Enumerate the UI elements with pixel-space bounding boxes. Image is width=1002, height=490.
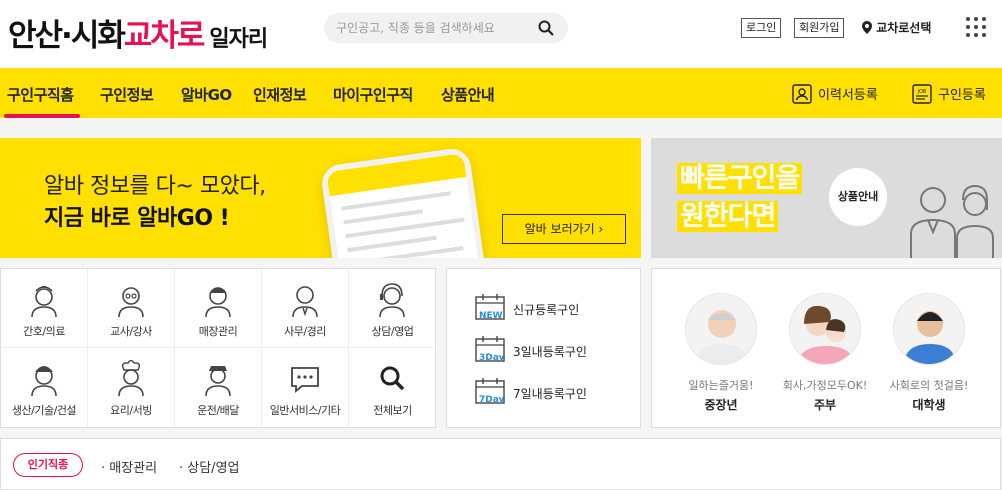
- svg-text:JOB: JOB: [917, 89, 927, 95]
- location-label: 교차로선택: [876, 21, 932, 35]
- search-icon[interactable]: [538, 20, 554, 36]
- office-worker-icon: [292, 286, 318, 317]
- product-info-button[interactable]: 상품안내: [829, 168, 887, 226]
- nurse-icon: [31, 286, 57, 317]
- category-label: 운전/배달: [197, 404, 239, 417]
- recent-label: 3일내등록구인: [513, 345, 587, 359]
- site-logo[interactable]: 안산·시화교차로 일자리: [8, 10, 268, 55]
- recent-badge: 3Day: [479, 353, 505, 363]
- target-groups-panel: 일하는즐거움! 중장년 회사,가정모두OK! 주부 사회로의 첫걸음! 대학생: [651, 268, 1001, 428]
- resume-register-label: 이력서등록: [818, 88, 878, 103]
- phone-mockup-image: [319, 146, 491, 258]
- resume-register-link[interactable]: 이력서등록: [792, 84, 878, 104]
- category-label: 일반서비스/기타: [269, 404, 341, 417]
- albago-view-label: 알바 보러가기: [524, 222, 595, 236]
- location-pin-icon: [862, 21, 872, 34]
- store-manager-icon: [205, 287, 231, 317]
- resume-icon: [792, 84, 812, 104]
- category-office[interactable]: 사무/경리: [262, 269, 349, 348]
- student-photo: [893, 293, 965, 365]
- quick-hire-banner[interactable]: 빠른구인을 원한다면 상품안내: [651, 138, 1002, 258]
- category-label: 요리/서빙: [110, 404, 152, 417]
- group-caption: 사회로의 첫걸음!: [889, 379, 969, 392]
- category-consulting[interactable]: 상담/영업: [349, 269, 436, 348]
- job-category-grid: 간호/의료 교사/강사 매장관리 사무/경리 상담/영업 생산/기술/건설 요리…: [0, 268, 436, 428]
- category-store[interactable]: 매장관리: [175, 269, 262, 348]
- category-label: 간호/의료: [23, 325, 65, 338]
- chef-icon: [118, 360, 144, 396]
- quick-hire-line1: 빠른구인을: [677, 163, 803, 194]
- category-label: 교사/강사: [110, 325, 152, 338]
- logo-region: 안산·시화: [8, 18, 126, 54]
- category-cooking[interactable]: 요리/서빙: [88, 348, 175, 427]
- senior-photo: [685, 293, 757, 365]
- popular-tag: 인기직종: [13, 453, 83, 477]
- tab-albago[interactable]: 알바GO: [181, 84, 232, 105]
- recent-badge: 7Day: [479, 395, 505, 405]
- logo-suffix: 일자리: [209, 27, 268, 52]
- group-name: 대학생: [912, 398, 946, 412]
- chat-bubble-icon: [291, 367, 319, 393]
- category-nursing[interactable]: 간호/의료: [1, 269, 88, 348]
- search-input[interactable]: [336, 13, 536, 43]
- recent-jobs-panel: NEW 신규등록구인 3Day 3일내등록구인 7Day 7일내등록구인: [446, 268, 641, 428]
- search-box: [324, 13, 568, 43]
- group-name: 주부: [813, 398, 837, 412]
- all-menu-icon[interactable]: [966, 17, 986, 37]
- popular-item[interactable]: · 상담/영업: [179, 457, 240, 476]
- header: 안산·시화교차로일자리 로그인 회원가입 교차로선택: [0, 0, 1002, 68]
- tab-home[interactable]: 구인구직홈: [7, 84, 74, 105]
- chevron-right-icon: ›: [598, 222, 604, 236]
- popular-jobs-bar: 인기직종 · 매장관리 · 상담/영업: [0, 438, 1001, 490]
- category-label: 상담/영업: [371, 325, 414, 338]
- group-caption: 회사,가정모두OK!: [782, 379, 868, 392]
- login-button[interactable]: 로그인: [741, 18, 782, 38]
- driver-icon: [205, 366, 231, 396]
- category-label: 사무/경리: [284, 325, 326, 338]
- category-label: 전체보기: [373, 404, 412, 417]
- quick-hire-headline: 빠른구인을 원한다면: [677, 160, 803, 236]
- tab-my-job[interactable]: 마이구인구직: [333, 84, 413, 105]
- logo-brand: 교차로: [123, 18, 206, 54]
- location-select[interactable]: 교차로선택: [862, 19, 931, 36]
- recent-label: 7일내등록구인: [513, 387, 587, 401]
- tab-job-info[interactable]: 구인정보: [100, 84, 154, 105]
- tab-talent-info[interactable]: 인재정보: [253, 84, 307, 105]
- quick-hire-line2: 원한다면: [677, 201, 779, 232]
- tab-products[interactable]: 상품안내: [441, 84, 495, 105]
- people-illustration-icon: [910, 184, 994, 258]
- category-driving[interactable]: 운전/배달: [175, 348, 262, 427]
- albago-view-button[interactable]: 알바 보러가기 ›: [502, 214, 626, 244]
- popular-item[interactable]: · 매장관리: [101, 457, 157, 476]
- recent-label: 신규등록구인: [513, 303, 580, 317]
- albago-banner-line2: 지금 바로 알바GO !: [44, 206, 230, 231]
- category-teacher[interactable]: 교사/강사: [88, 269, 175, 348]
- call-center-icon: [379, 283, 405, 317]
- group-name: 중장년: [704, 398, 738, 412]
- signup-button[interactable]: 회원가입: [794, 18, 845, 38]
- job-post-icon: JOB: [912, 84, 932, 104]
- teacher-icon: [118, 287, 144, 317]
- housewife-photo: [789, 293, 861, 365]
- construction-worker-icon: [31, 366, 57, 396]
- recent-badge: NEW: [479, 311, 503, 321]
- job-register-label: 구인등록: [938, 88, 986, 103]
- search-icon: [380, 366, 405, 391]
- albago-banner[interactable]: 알바 정보를 다~ 모았다, 지금 바로 알바GO ! 알바 보러가기 ›: [0, 138, 641, 258]
- group-caption: 일하는즐거움!: [688, 379, 754, 392]
- main-nav: 구인구직홈 구인정보 알바GO 인재정보 마이구인구직 상품안내 이력서등록 J…: [0, 68, 1002, 118]
- category-general-service[interactable]: 일반서비스/기타: [262, 348, 349, 427]
- job-register-link[interactable]: JOB 구인등록: [912, 84, 986, 104]
- category-label: 생산/기술/건설: [11, 404, 77, 417]
- active-tab-indicator: [4, 114, 80, 118]
- category-production[interactable]: 생산/기술/건설: [1, 348, 88, 427]
- category-view-all[interactable]: 전체보기: [349, 348, 436, 427]
- category-label: 매장관리: [198, 325, 238, 338]
- albago-banner-line1: 알바 정보를 다~ 모았다,: [44, 174, 266, 199]
